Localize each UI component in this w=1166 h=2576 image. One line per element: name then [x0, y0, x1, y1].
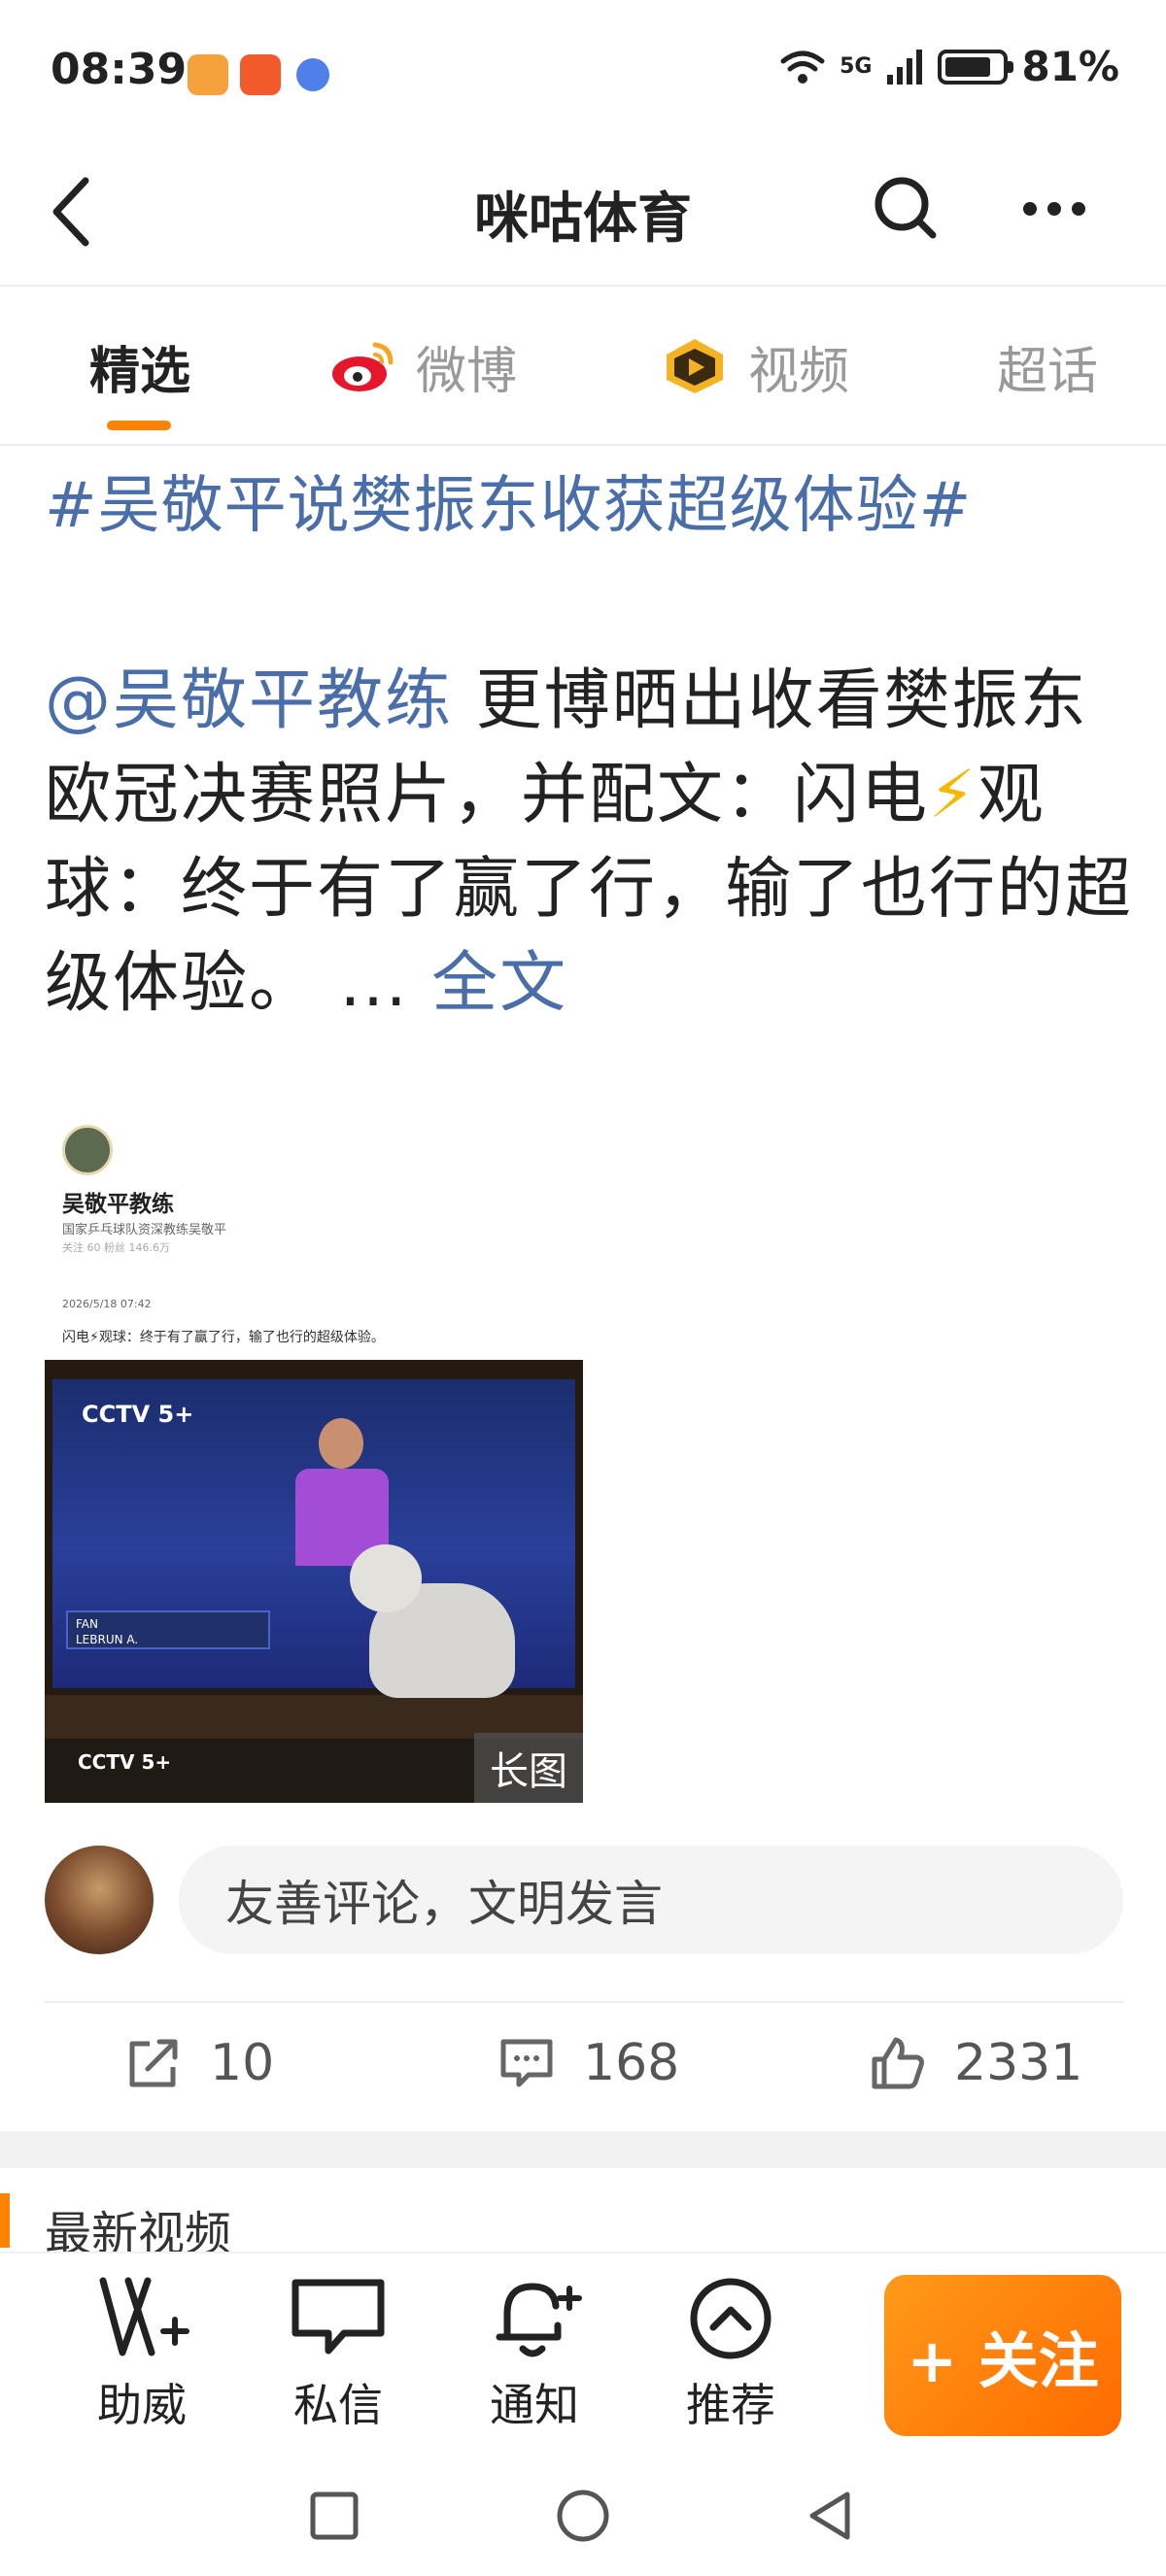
- comment-count: 168: [583, 2034, 680, 2092]
- image-caption: 闪电⚡观球：终于有了赢了行，输了也行的超级体验。: [62, 1330, 385, 1345]
- battery-icon: [938, 49, 1014, 85]
- long-image-badge: 长图: [474, 1733, 583, 1803]
- comment-row: 友善评论，文明发言: [45, 1842, 1123, 1958]
- cheer-button[interactable]: 助威: [74, 2275, 210, 2434]
- system-navigation-bar: [0, 2456, 1166, 2576]
- image-user-name: 吴敬平教练: [62, 1192, 174, 1217]
- status-indicators: 5G 81%: [779, 43, 1119, 90]
- status-bar: 08:39 5G 81%: [0, 0, 1166, 146]
- image-post-date: 2026/5/18 07:42: [62, 1298, 152, 1310]
- tab-bar: 精选 微博 视频 超话: [0, 288, 1166, 446]
- toolbar-label: 通知: [490, 2379, 579, 2431]
- wifi-icon: [780, 51, 825, 84]
- like-count: 2331: [954, 2034, 1083, 2092]
- tv-channel-logo: CCTV 5+: [82, 1401, 194, 1428]
- recent-apps-icon[interactable]: [303, 2485, 365, 2547]
- repost-button[interactable]: 10: [124, 2034, 274, 2092]
- top-nav: 咪咕体育: [0, 146, 1166, 287]
- lightning-icon: ⚡: [929, 757, 977, 834]
- toolbar-label: 推荐: [686, 2379, 775, 2431]
- latest-videos-section: 最新视频: [0, 2168, 1166, 2261]
- search-button[interactable]: [867, 169, 944, 247]
- video-icon: [667, 339, 723, 393]
- tab-weibo[interactable]: 微博: [328, 327, 517, 405]
- bell-icon: [496, 2283, 582, 2357]
- player-head: [319, 1418, 363, 1469]
- score-player: LEBRUN A.: [76, 1633, 139, 1646]
- read-full-link[interactable]: 全文: [431, 945, 567, 1022]
- follow-button[interactable]: + 关注: [884, 2275, 1121, 2436]
- cat-figure: [350, 1544, 515, 1700]
- cheer-icon: [99, 2277, 189, 2356]
- recommend-button[interactable]: 推荐: [663, 2275, 799, 2434]
- message-button[interactable]: 私信: [270, 2275, 406, 2434]
- tv-channel-logo: CCTV 5+: [78, 1750, 172, 1774]
- thumbs-up-icon: [872, 2037, 924, 2089]
- score-overlay: FAN LEBRUN A.: [66, 1610, 270, 1649]
- app-badge-icon: [240, 54, 281, 95]
- signal-icon: [887, 49, 923, 85]
- post-hashtag[interactable]: #吴敬平说樊振东收获超级体验#: [45, 466, 1133, 547]
- score-player: FAN: [76, 1617, 98, 1631]
- network-type: 5G: [840, 54, 873, 79]
- comment-input[interactable]: 友善评论，文明发言: [179, 1846, 1123, 1954]
- status-time: 08:39: [51, 45, 188, 94]
- repost-count: 10: [210, 2034, 275, 2092]
- image-screenshot-header: 吴敬平教练 国家乒乓球队资深教练吴敬平 关注 60 粉丝 146.6万 2026…: [45, 1086, 583, 1358]
- toolbar-label: 助威: [97, 2379, 187, 2431]
- avatar: [62, 1125, 113, 1175]
- more-dots-icon: [1023, 202, 1085, 216]
- tab-label: 精选: [89, 342, 191, 401]
- cat-head: [350, 1544, 422, 1612]
- search-icon: [874, 177, 937, 239]
- post-body: @吴敬平教练 更博晒出收看樊振东欧冠决赛照片，并配文：闪电⚡观球：终于有了赢了行…: [45, 654, 1133, 1031]
- divider: [45, 2001, 1123, 2003]
- tab-video[interactable]: 视频: [661, 327, 849, 405]
- tab-label: 视频: [748, 342, 850, 401]
- section-separator: [0, 2131, 1166, 2168]
- post-mention[interactable]: @吴敬平教练: [45, 662, 453, 739]
- weibo-icon: [332, 342, 394, 391]
- tab-label: 微博: [416, 342, 518, 401]
- back-icon[interactable]: [799, 2485, 861, 2547]
- tab-label: 超话: [997, 342, 1099, 401]
- tab-active-indicator: [107, 421, 171, 430]
- message-icon: [292, 2279, 385, 2355]
- post-actions: 10 168 2331: [0, 2011, 1166, 2127]
- home-icon[interactable]: [552, 2485, 614, 2547]
- tv-photo: CCTV 5+ FAN LEBRUN A.: [45, 1360, 583, 1739]
- image-user-stats: 关注 60 粉丝 146.6万: [62, 1241, 170, 1254]
- battery-percent: 81%: [1021, 43, 1119, 90]
- tab-super-topic[interactable]: 超话: [997, 327, 1098, 405]
- share-icon: [129, 2039, 178, 2087]
- bottom-toolbar: 助威 私信 通知 推荐 + 关注: [0, 2252, 1166, 2456]
- tab-featured[interactable]: 精选: [89, 327, 190, 405]
- avatar[interactable]: [45, 1846, 154, 1954]
- like-button[interactable]: 2331: [869, 2034, 1082, 2092]
- section-accent-bar: [0, 2193, 10, 2248]
- page-title: 咪咕体育: [474, 187, 692, 251]
- image-user-bio: 国家乒乓球队资深教练吴敬平: [62, 1223, 227, 1237]
- toolbar-label: 私信: [293, 2379, 383, 2431]
- app-badge-icon: [188, 54, 228, 95]
- comment-button[interactable]: 168: [497, 2034, 679, 2092]
- more-button[interactable]: [1011, 175, 1098, 243]
- post-image[interactable]: 吴敬平教练 国家乒乓球队资深教练吴敬平 关注 60 粉丝 146.6万 2026…: [45, 1086, 583, 1803]
- comment-icon: [500, 2039, 553, 2087]
- notify-button[interactable]: 通知: [466, 2275, 602, 2434]
- post-content: #吴敬平说樊振东收获超级体验# @吴敬平教练 更博晒出收看樊振东欧冠决赛照片，并…: [45, 466, 1133, 1031]
- recommend-icon: [690, 2278, 772, 2359]
- app-badge-icon: [296, 58, 329, 91]
